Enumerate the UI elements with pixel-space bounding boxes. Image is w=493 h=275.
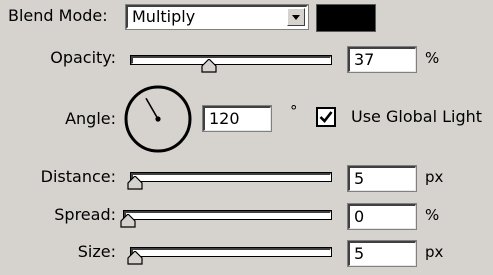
blend-mode-value: Multiply bbox=[132, 7, 196, 26]
slider-thumb-icon[interactable] bbox=[127, 176, 143, 190]
blend-mode-select[interactable]: Multiply bbox=[125, 4, 309, 30]
opacity-label: Opacity: bbox=[50, 48, 116, 67]
spread-label: Spread: bbox=[54, 205, 116, 224]
shadow-color-swatch[interactable] bbox=[316, 4, 376, 32]
use-global-light-checkbox[interactable] bbox=[316, 107, 336, 127]
spread-unit: % bbox=[425, 206, 440, 224]
slider-thumb-icon[interactable] bbox=[120, 214, 136, 228]
opacity-field[interactable]: 37 bbox=[347, 46, 417, 73]
distance-slider-track[interactable] bbox=[130, 172, 332, 182]
checkmark-icon bbox=[319, 111, 333, 123]
size-slider-track[interactable] bbox=[130, 247, 332, 257]
angle-label: Angle: bbox=[65, 109, 116, 128]
opacity-slider-track[interactable] bbox=[130, 55, 332, 65]
size-value: 5 bbox=[354, 244, 365, 263]
dropdown-arrow-icon[interactable] bbox=[287, 8, 305, 26]
angle-field[interactable]: 120 bbox=[202, 105, 272, 132]
use-global-light-label: Use Global Light bbox=[351, 107, 483, 126]
spread-value: 0 bbox=[354, 207, 365, 226]
distance-field[interactable]: 5 bbox=[347, 165, 417, 192]
angle-unit: ° bbox=[290, 102, 298, 120]
slider-thumb-icon[interactable] bbox=[127, 251, 143, 265]
spread-field[interactable]: 0 bbox=[347, 203, 417, 230]
distance-label: Distance: bbox=[40, 167, 116, 186]
size-unit: px bbox=[425, 243, 444, 261]
opacity-unit: % bbox=[425, 49, 440, 67]
distance-unit: px bbox=[425, 168, 444, 186]
opacity-value: 37 bbox=[354, 50, 375, 69]
size-field[interactable]: 5 bbox=[347, 240, 417, 267]
angle-value: 120 bbox=[209, 109, 240, 128]
distance-value: 5 bbox=[354, 169, 365, 188]
spread-slider-track[interactable] bbox=[123, 210, 332, 220]
blend-mode-label: Blend Mode: bbox=[8, 6, 108, 25]
slider-thumb-icon[interactable] bbox=[201, 59, 217, 73]
angle-dial-icon[interactable] bbox=[123, 84, 193, 154]
size-label: Size: bbox=[77, 242, 116, 261]
